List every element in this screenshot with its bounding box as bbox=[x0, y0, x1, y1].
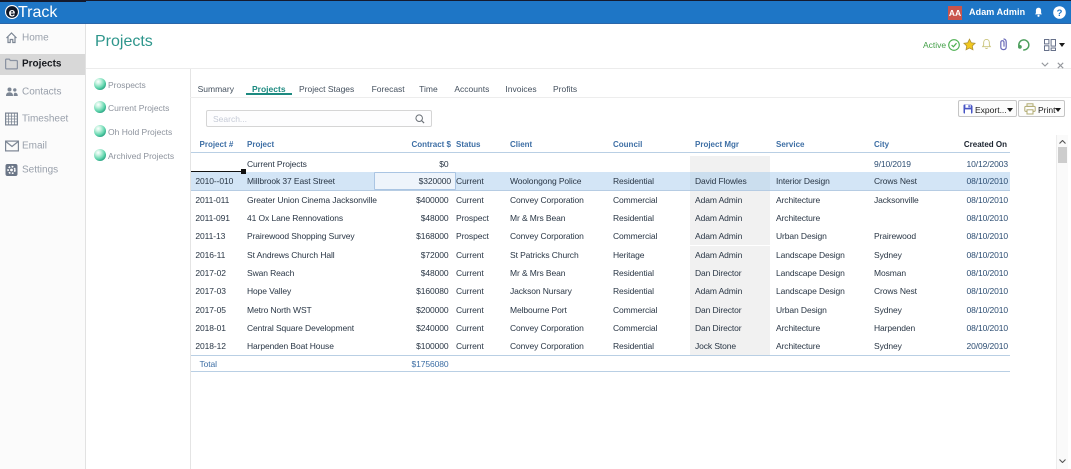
svg-text:?: ? bbox=[1057, 8, 1063, 19]
svg-text:e: e bbox=[9, 5, 16, 19]
